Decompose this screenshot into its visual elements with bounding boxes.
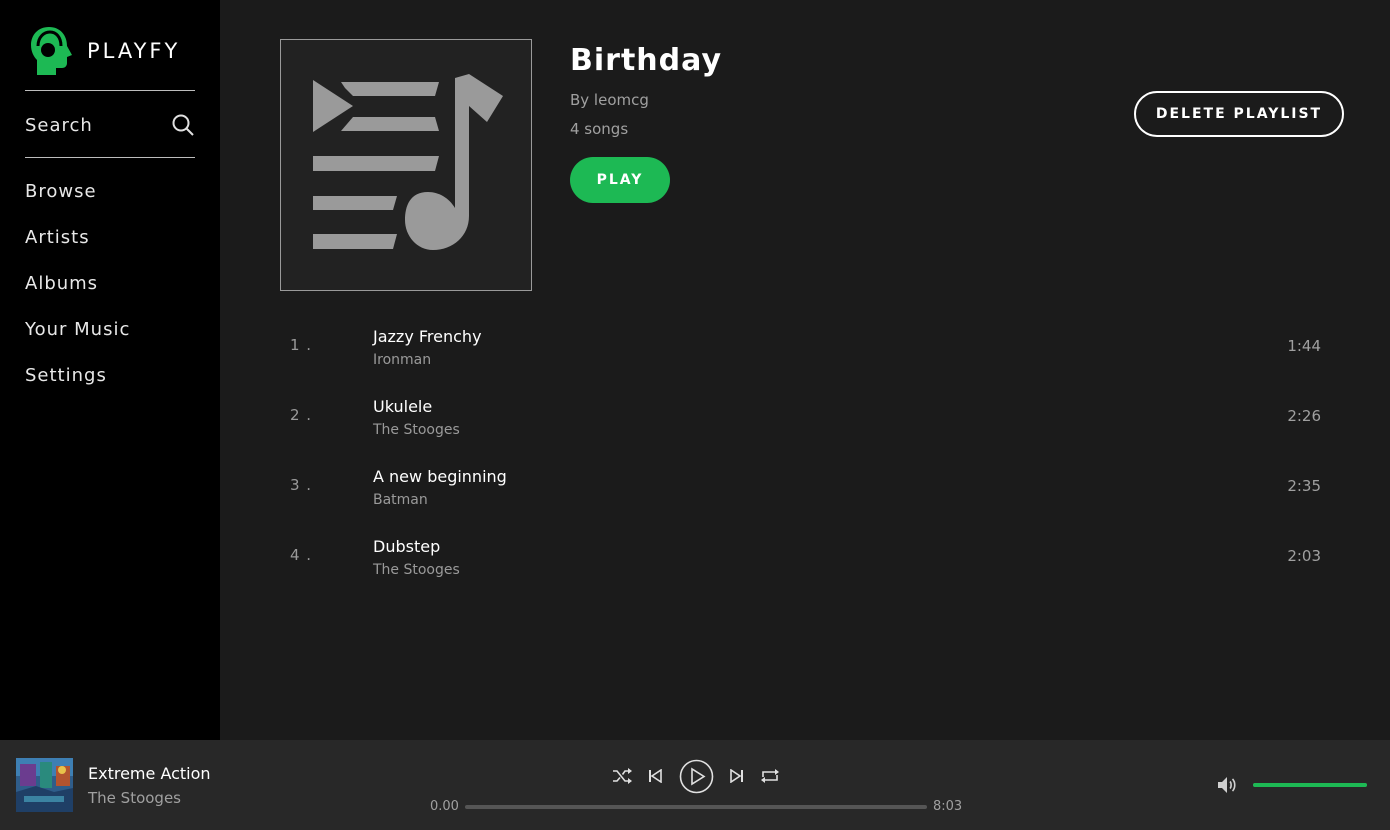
main-content: Birthday By leomcg 4 songs PLAY DELETE P…	[220, 0, 1390, 740]
track-name: Ukulele	[373, 397, 433, 416]
sidebar-item-settings[interactable]: Settings	[25, 352, 130, 398]
track-number: 2 .	[290, 406, 313, 424]
track-row[interactable]: 3 . A new beginning Batman 2:35	[280, 451, 1330, 521]
next-icon[interactable]	[726, 758, 748, 794]
previous-icon[interactable]	[644, 758, 666, 794]
time-current: 0.00	[430, 799, 459, 814]
track-name: Jazzy Frenchy	[373, 327, 482, 346]
track-duration: 2:26	[1287, 407, 1321, 425]
search-icon[interactable]	[171, 113, 195, 137]
now-playing-title: Extreme Action	[88, 764, 211, 783]
volume-slider[interactable]	[1253, 783, 1367, 787]
sidebar-nav: Browse Artists Albums Your Music Setting…	[25, 168, 130, 398]
album-art-image	[16, 758, 73, 812]
track-artist[interactable]: The Stooges	[373, 422, 460, 438]
track-duration: 1:44	[1287, 337, 1321, 355]
playlist-song-count: 4 songs	[570, 120, 629, 138]
shuffle-icon[interactable]	[610, 758, 634, 794]
volume-icon[interactable]	[1216, 775, 1240, 795]
progress-bar[interactable]	[465, 805, 927, 809]
track-artist[interactable]: The Stooges	[373, 562, 460, 578]
repeat-icon[interactable]	[758, 758, 782, 794]
playlist-cover	[280, 39, 532, 291]
volume-fill	[1253, 783, 1367, 787]
delete-playlist-button[interactable]: DELETE PLAYLIST	[1134, 91, 1344, 137]
player-bar: Extreme Action The Stooges 0.00 8:03	[0, 740, 1390, 830]
track-name: Dubstep	[373, 537, 441, 556]
search-input[interactable]: Search	[25, 108, 195, 142]
sidebar-item-albums[interactable]: Albums	[25, 260, 130, 306]
sidebar-item-your-music[interactable]: Your Music	[25, 306, 130, 352]
now-playing-artist[interactable]: The Stooges	[88, 789, 181, 807]
track-row[interactable]: 1 . Jazzy Frenchy Ironman 1:44	[280, 311, 1330, 381]
search-label: Search	[25, 114, 93, 136]
time-total: 8:03	[933, 799, 963, 814]
play-button[interactable]: PLAY	[570, 157, 670, 203]
track-row[interactable]: 2 . Ukulele The Stooges 2:26	[280, 381, 1330, 451]
track-number: 4 .	[290, 546, 313, 564]
playback-controls	[610, 758, 782, 794]
playlist-title: Birthday	[570, 43, 722, 78]
track-artist[interactable]: Ironman	[373, 352, 431, 368]
track-duration: 2:35	[1287, 477, 1321, 495]
track-row[interactable]: 4 . Dubstep The Stooges 2:03	[280, 521, 1330, 591]
track-number: 1 .	[290, 336, 313, 354]
headphone-head-logo-icon	[31, 27, 72, 75]
brand-name: PLAYFY	[87, 39, 181, 63]
track-name: A new beginning	[373, 467, 507, 486]
track-list: 1 . Jazzy Frenchy Ironman 1:44 2 . Ukule…	[280, 311, 1330, 591]
playlist-owner: By leomcg	[570, 91, 649, 109]
track-duration: 2:03	[1287, 547, 1321, 565]
divider	[25, 157, 195, 158]
sidebar: PLAYFY Search Browse Artists Albums Your…	[0, 0, 220, 740]
playlist-music-icon	[313, 74, 503, 250]
track-artist[interactable]: Batman	[373, 492, 428, 508]
now-playing-album-art[interactable]	[16, 758, 73, 812]
sidebar-item-artists[interactable]: Artists	[25, 214, 130, 260]
logo[interactable]: PLAYFY	[29, 26, 180, 76]
track-number: 3 .	[290, 476, 313, 494]
app: PLAYFY Search Browse Artists Albums Your…	[0, 0, 1390, 830]
play-icon[interactable]	[678, 758, 714, 794]
divider	[25, 90, 195, 91]
sidebar-item-browse[interactable]: Browse	[25, 168, 130, 214]
